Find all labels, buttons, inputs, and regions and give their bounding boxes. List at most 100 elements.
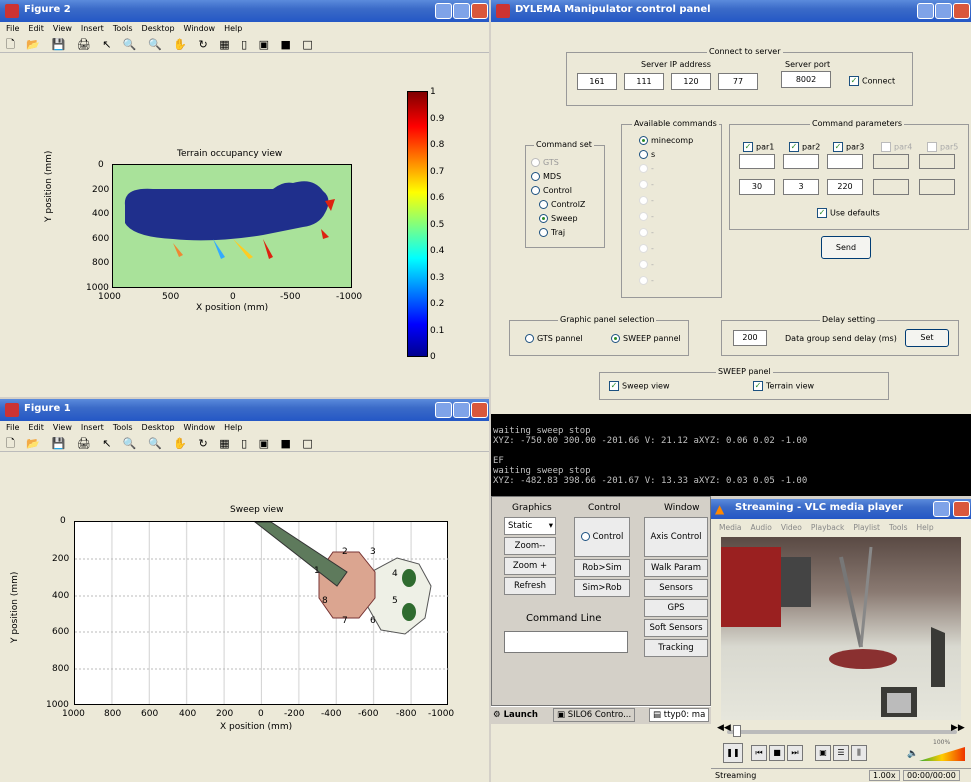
vlc-menu-playback[interactable]: Playback: [811, 523, 844, 532]
equalizer-button[interactable]: ⫼: [851, 745, 867, 761]
vlc-menu-media[interactable]: Media: [719, 523, 742, 532]
close-button[interactable]: [953, 501, 970, 517]
par3-checkbox[interactable]: ✓ par3: [833, 142, 864, 152]
radio-control[interactable]: Control: [531, 186, 572, 195]
use-defaults-checkbox[interactable]: ✓ Use defaults: [817, 208, 880, 218]
menu-insert[interactable]: Insert: [81, 24, 104, 33]
walk-param-button[interactable]: Walk Param: [644, 559, 708, 577]
seek-bar[interactable]: [727, 730, 957, 734]
next-button[interactable]: ⏭: [787, 745, 803, 761]
par4-value-field[interactable]: [873, 179, 909, 195]
par2-value-field[interactable]: 3: [783, 179, 819, 195]
par1-checkbox[interactable]: ✓ par1: [743, 142, 774, 152]
stop-button[interactable]: ■: [769, 745, 785, 761]
menu-view[interactable]: View: [53, 24, 72, 33]
menu-window[interactable]: Window: [184, 423, 216, 432]
par5-name-field[interactable]: [919, 154, 955, 169]
launch-button[interactable]: ⚙ Launch: [493, 710, 538, 720]
ip-octet-2-field[interactable]: 111: [624, 73, 664, 90]
menu-tools[interactable]: Tools: [113, 423, 133, 432]
zoom-minus-button[interactable]: Zoom--: [504, 537, 556, 555]
menu-desktop[interactable]: Desktop: [142, 24, 175, 33]
maximize-button[interactable]: [453, 402, 470, 418]
par1-name-field[interactable]: [739, 154, 775, 169]
forward-icon[interactable]: ▶▶: [951, 723, 965, 733]
sweep-view-checkbox[interactable]: ✓ Sweep view: [609, 381, 670, 391]
minimize-button[interactable]: [435, 3, 452, 19]
connect-checkbox[interactable]: ✓ Connect: [849, 76, 895, 86]
vlc-menu-playlist[interactable]: Playlist: [853, 523, 880, 532]
par4-checkbox[interactable]: par4: [881, 142, 912, 152]
vlc-titlebar[interactable]: ▲ Streaming - VLC media player: [711, 499, 971, 519]
static-dropdown[interactable]: Static ▾: [504, 517, 556, 535]
server-port-field[interactable]: 8002: [781, 71, 831, 88]
close-button[interactable]: [471, 402, 488, 418]
fullscreen-button[interactable]: ▣: [815, 745, 831, 761]
control-panel-titlebar[interactable]: DYLEMA Manipulator control panel: [491, 0, 971, 22]
menu-tools[interactable]: Tools: [113, 24, 133, 33]
delay-value-field[interactable]: 200: [733, 330, 767, 346]
par2-checkbox[interactable]: ✓ par2: [789, 142, 820, 152]
vlc-menu-video[interactable]: Video: [781, 523, 802, 532]
vlc-menu-tools[interactable]: Tools: [889, 523, 907, 532]
radio-controlz[interactable]: ControlZ: [539, 200, 585, 209]
minimize-button[interactable]: [933, 501, 950, 517]
figure2-toolbar[interactable]: 🗋 📂 💾 🖨 ↖ 🔍 🔍 ✋ ↻ ▦ ▯ ▣ ■ □: [0, 35, 489, 53]
close-button[interactable]: [471, 3, 488, 19]
figure1-titlebar[interactable]: Figure 1: [0, 399, 489, 421]
menu-help[interactable]: Help: [224, 423, 242, 432]
task-ttyp0[interactable]: ▤ ttyp0: ma: [649, 708, 710, 722]
vlc-menu-help[interactable]: Help: [917, 523, 934, 532]
ip-octet-3-field[interactable]: 120: [671, 73, 711, 90]
menu-file[interactable]: File: [6, 423, 19, 432]
menu-edit[interactable]: Edit: [28, 423, 44, 432]
radio-gts-pannel[interactable]: GTS pannel: [525, 334, 583, 343]
send-button[interactable]: Send: [821, 236, 871, 259]
gps-button[interactable]: GPS: [644, 599, 708, 617]
cmd-minecomp[interactable]: minecomp: [639, 136, 693, 145]
sim-rob-button[interactable]: Sim>Rob: [574, 579, 630, 597]
radio-sweep[interactable]: Sweep: [539, 214, 578, 223]
soft-sensors-button[interactable]: Soft Sensors: [644, 619, 708, 637]
minimize-button[interactable]: [917, 3, 934, 19]
pause-button[interactable]: ❚❚: [723, 743, 743, 763]
set-button[interactable]: Set: [905, 329, 949, 347]
menu-view[interactable]: View: [53, 423, 72, 432]
ip-octet-1-field[interactable]: 161: [577, 73, 617, 90]
par2-name-field[interactable]: [783, 154, 819, 169]
zoom-plus-button[interactable]: Zoom +: [504, 557, 556, 575]
par4-name-field[interactable]: [873, 154, 909, 169]
rewind-icon[interactable]: ◀◀: [717, 723, 731, 733]
menu-help[interactable]: Help: [224, 24, 242, 33]
par5-checkbox[interactable]: par5: [927, 142, 958, 152]
playlist-button[interactable]: ☰: [833, 745, 849, 761]
close-button[interactable]: [953, 3, 970, 19]
axis-control-button[interactable]: Axis Control: [644, 517, 708, 557]
vlc-menu-audio[interactable]: Audio: [751, 523, 772, 532]
volume-slider[interactable]: [919, 747, 965, 761]
radio-mds[interactable]: MDS: [531, 172, 561, 181]
menu-window[interactable]: Window: [184, 24, 216, 33]
par3-name-field[interactable]: [827, 154, 863, 169]
previous-button[interactable]: ⏮: [751, 745, 767, 761]
radio-traj[interactable]: Traj: [539, 228, 565, 237]
terrain-view-checkbox[interactable]: ✓ Terrain view: [753, 381, 814, 391]
control-radio-button[interactable]: Control: [574, 517, 630, 557]
minimize-button[interactable]: [435, 402, 452, 418]
par1-value-field[interactable]: 30: [739, 179, 775, 195]
figure1-toolbar[interactable]: 🗋 📂 💾 🖨 ↖ 🔍 🔍 ✋ ↻ ▦ ▯ ▣ ■ □: [0, 434, 489, 452]
menu-file[interactable]: File: [6, 24, 19, 33]
par5-value-field[interactable]: [919, 179, 955, 195]
menu-desktop[interactable]: Desktop: [142, 423, 175, 432]
ip-octet-4-field[interactable]: 77: [718, 73, 758, 90]
speaker-icon[interactable]: 🔈: [907, 749, 918, 759]
radio-gts[interactable]: GTS: [531, 158, 559, 167]
menu-edit[interactable]: Edit: [28, 24, 44, 33]
task-silo6[interactable]: ▣ SILO6 Contro...: [553, 708, 636, 722]
maximize-button[interactable]: [935, 3, 952, 19]
tracking-button[interactable]: Tracking: [644, 639, 708, 657]
par3-value-field[interactable]: 220: [827, 179, 863, 195]
rob-sim-button[interactable]: Rob>Sim: [574, 559, 630, 577]
figure2-titlebar[interactable]: Figure 2: [0, 0, 489, 22]
menu-insert[interactable]: Insert: [81, 423, 104, 432]
